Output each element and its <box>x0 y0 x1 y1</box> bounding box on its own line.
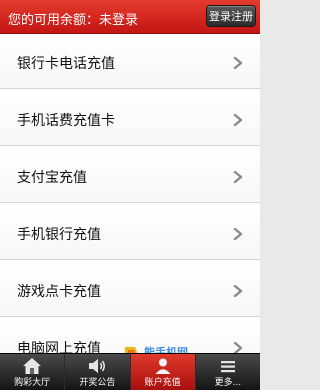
chevron-right-icon <box>233 285 243 297</box>
menu-item-game-card[interactable]: 游戏点卡充值 <box>0 265 260 317</box>
menu-item-label: 手机话费充值卡 <box>17 113 115 129</box>
speaker-icon <box>89 359 106 373</box>
tab-label: 购彩大厅 <box>14 378 51 388</box>
header-bar: 您的可用余额：未登录 登录注册 <box>0 0 260 34</box>
tab-label: 账户充值 <box>144 378 181 388</box>
tab-account-recharge[interactable]: 账户充值 <box>130 354 196 390</box>
tab-draw-results[interactable]: 开奖公告 <box>65 354 131 390</box>
menu-item-mobile-bank[interactable]: 手机银行充值 <box>0 208 260 260</box>
house-icon <box>23 358 42 374</box>
menu-item-pc-online[interactable]: 电脑网上充值 <box>0 322 260 354</box>
menu-item-label: 银行卡电话充值 <box>17 56 115 72</box>
tab-label: 更多... <box>214 378 242 388</box>
recharge-screen: 您的可用余额：未登录 登录注册 银行卡电话充值 手机话费充值卡 支付宝充值 手机… <box>0 0 260 390</box>
login-register-button[interactable]: 登录注册 <box>206 5 256 27</box>
menu-item-phone-card[interactable]: 手机话费充值卡 <box>0 94 260 146</box>
recharge-method-list: 银行卡电话充值 手机话费充值卡 支付宝充值 手机银行充值 游戏点卡充值 电脑网上… <box>0 34 260 354</box>
menu-item-bank-card-phone[interactable]: 银行卡电话充值 <box>0 37 260 89</box>
balance-status: 您的可用余额：未登录 <box>8 13 139 28</box>
bottom-tab-bar: 购彩大厅 开奖公告 账户充值 更多... <box>0 353 260 390</box>
chevron-right-icon <box>233 57 243 69</box>
menu-item-alipay[interactable]: 支付宝充值 <box>0 151 260 203</box>
chevron-right-icon <box>233 171 243 183</box>
tab-label: 开奖公告 <box>79 378 116 388</box>
menu-item-label: 电脑网上充值 <box>17 341 101 354</box>
menu-item-label: 支付宝充值 <box>17 170 87 186</box>
more-icon <box>220 361 235 373</box>
account-icon <box>155 358 171 374</box>
chevron-right-icon <box>233 114 243 126</box>
menu-item-label: 手机银行充值 <box>17 227 101 243</box>
tab-lottery-hall[interactable]: 购彩大厅 <box>0 354 66 390</box>
chevron-right-icon <box>233 228 243 240</box>
menu-item-label: 游戏点卡充值 <box>17 284 101 300</box>
tab-more[interactable]: 更多... <box>196 354 260 390</box>
